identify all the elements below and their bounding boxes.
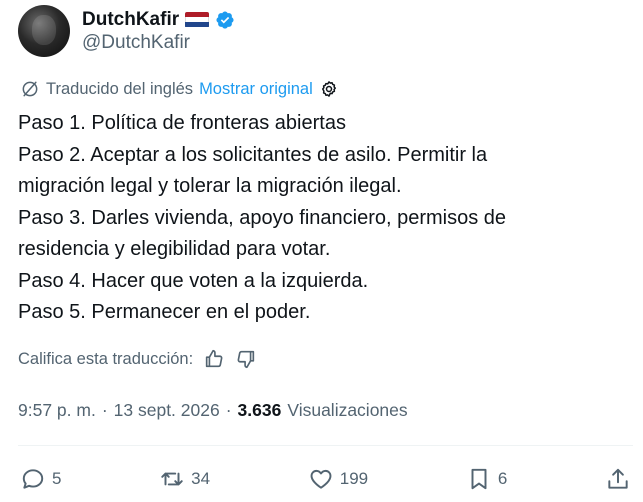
tweet-line: residencia y elegibilidad para votar. xyxy=(18,238,331,260)
repost-count: 34 xyxy=(191,469,211,488)
like-button[interactable]: 199 xyxy=(308,466,368,492)
tweet-line: Paso 5. Permanecer en el poder. xyxy=(18,301,311,323)
heart-icon xyxy=(310,469,332,489)
rate-label: Califica esta traducción: xyxy=(18,349,194,368)
flag-blue-stripe xyxy=(185,22,210,28)
reply-button[interactable]: 5 xyxy=(20,466,61,492)
bookmark-button[interactable]: 6 xyxy=(466,466,507,492)
show-original-link[interactable]: Mostrar original xyxy=(199,80,313,99)
bookmark-count: 6 xyxy=(497,469,508,488)
author-names: DutchKafir @DutchKafir xyxy=(82,9,235,54)
views-label: Visualizaciones xyxy=(287,400,408,420)
translate-icon xyxy=(22,81,38,97)
share-icon xyxy=(608,468,628,489)
gear-icon[interactable] xyxy=(319,79,339,99)
tweet-meta: 9:57 p. m. · 13 sept. 2026 · 3.636 Visua… xyxy=(18,400,408,421)
tweet-header: DutchKafir @DutchKafir xyxy=(18,4,235,58)
tweet-date[interactable]: 13 sept. 2026 xyxy=(114,400,220,421)
repost-icon xyxy=(161,472,183,486)
views-count: 3.636 xyxy=(237,400,282,420)
tweet-line: Paso 4. Hacer que voten a la izquierda. xyxy=(18,269,369,292)
reply-icon xyxy=(22,469,44,489)
thumbs-down-icon[interactable] xyxy=(235,348,257,370)
meta-separator: · xyxy=(101,400,108,420)
translated-label: Traducido del inglés xyxy=(46,79,194,98)
rate-translation: Califica esta traducción: xyxy=(18,348,257,370)
reply-count: 5 xyxy=(52,469,62,488)
tweet-time[interactable]: 9:57 p. m. xyxy=(18,400,96,421)
divider xyxy=(18,445,633,446)
meta-separator: · xyxy=(225,400,232,420)
like-count: 199 xyxy=(339,469,369,488)
translation-notice: Traducido del inglés Mostrar original xyxy=(20,79,339,99)
name-row: DutchKafir xyxy=(82,9,235,31)
thumbs-up-icon[interactable] xyxy=(203,348,225,370)
action-bar: 5 34 199 6 xyxy=(20,464,631,494)
handle[interactable]: @DutchKafir xyxy=(82,32,235,54)
tweet-line: Paso 3. Darles vivienda, apoyo financier… xyxy=(18,206,507,229)
display-name[interactable]: DutchKafir xyxy=(82,9,179,31)
avatar[interactable] xyxy=(18,5,70,57)
tweet-line: Paso 2. Aceptar a los solicitantes de as… xyxy=(18,143,488,166)
tweet-text: Paso 1. Política de fronteras abiertas P… xyxy=(18,108,618,329)
netherlands-flag-icon xyxy=(185,11,210,28)
repost-button[interactable]: 34 xyxy=(159,466,210,492)
tweet-line: Paso 1. Política de fronteras abiertas xyxy=(18,112,346,134)
share-button[interactable] xyxy=(605,466,631,492)
tweet-line: migración legal y tolerar la migración i… xyxy=(18,175,402,197)
verified-badge-icon[interactable] xyxy=(215,10,235,30)
bookmark-icon xyxy=(471,468,487,490)
